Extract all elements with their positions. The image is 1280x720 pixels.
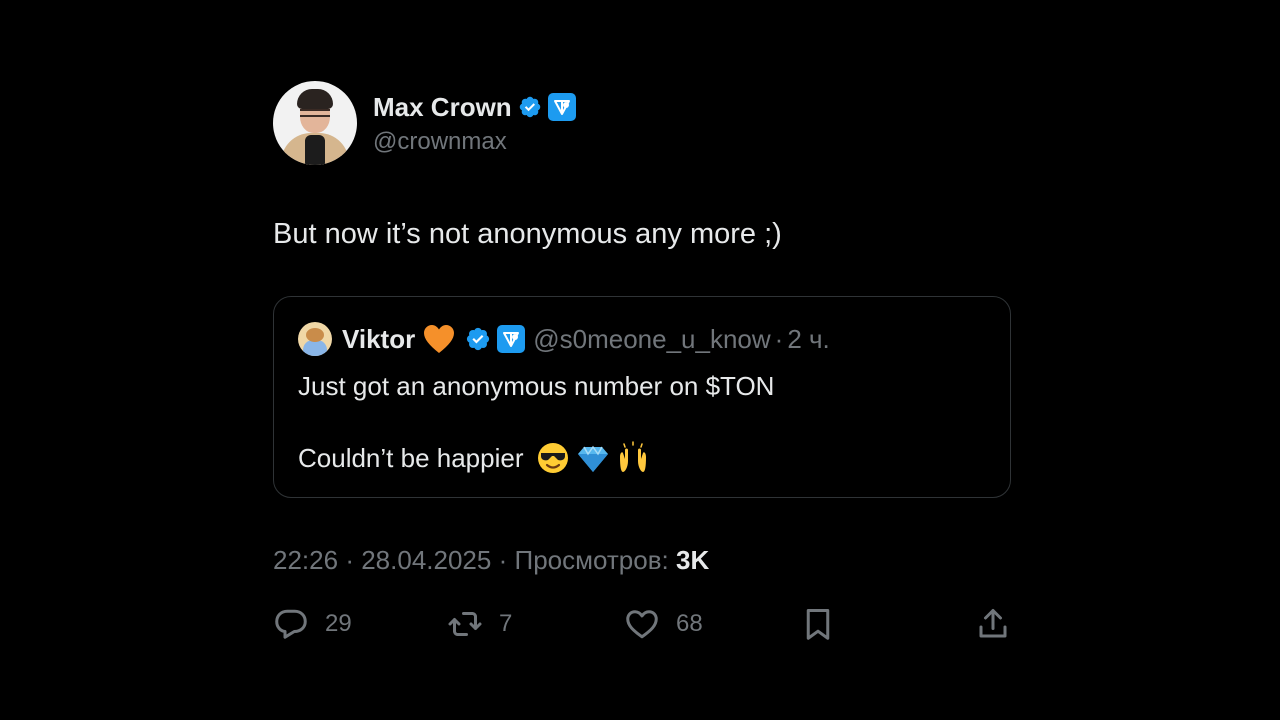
heart-icon: [626, 610, 658, 639]
like-button[interactable]: 68: [624, 602, 703, 646]
quoted-timestamp: 2 ч.: [787, 323, 830, 354]
quoted-verified-badge-icon: [467, 327, 490, 351]
orange-heart-icon: [424, 325, 455, 353]
author-names: Max Crown @crownmax: [373, 90, 576, 156]
quoted-separator: ·: [774, 323, 784, 354]
gem-emoji-icon: [577, 445, 608, 472]
tweet-time[interactable]: 22:26: [273, 545, 338, 575]
author-display-name[interactable]: Max Crown: [373, 92, 512, 123]
repost-button[interactable]: 7: [447, 602, 512, 646]
quoted-text-line-2-row: Couldn’t be happier: [298, 441, 986, 475]
tweet-actions: 29 7 68: [273, 602, 1013, 646]
reply-button[interactable]: 29: [273, 602, 352, 646]
views-label: Просмотров:: [514, 545, 669, 575]
tweet-text: But now it’s not anonymous any more ;): [273, 218, 782, 250]
author-avatar[interactable]: [273, 81, 357, 165]
tweet-header: Max Crown @crownmax: [273, 80, 1013, 166]
ton-badge-icon: [547, 93, 576, 121]
tweet-date[interactable]: 28.04.2025: [361, 545, 491, 575]
views-count: 3K: [675, 545, 710, 575]
tweet-meta: 22:26 · 28.04.2025 · Просмотров: 3K: [273, 540, 1013, 580]
repost-icon: [448, 612, 482, 636]
share-button[interactable]: [975, 602, 1011, 646]
verified-badge-icon: [519, 96, 540, 118]
quoted-author-display-name: Viktor: [342, 323, 416, 354]
reply-count: 29: [325, 610, 352, 637]
quoted-author-handle: @s0meone_u_know: [533, 323, 771, 354]
raising-hands-emoji-icon: [619, 441, 646, 472]
quoted-ton-badge-icon: [497, 325, 526, 353]
tweet: Max Crown @crownmax But now it’s not ano…: [273, 80, 1013, 646]
bookmark-icon: [806, 609, 830, 640]
quoted-author-avatar: [298, 322, 332, 356]
quoted-tweet[interactable]: Viktor @s0meone_u_know · 2 ч. Just got a…: [273, 296, 1011, 498]
repost-count: 7: [499, 610, 513, 637]
sunglasses-emoji-icon: [537, 443, 568, 473]
bookmark-button[interactable]: [800, 602, 836, 646]
meta-separator: ·: [345, 545, 354, 575]
author-handle[interactable]: @crownmax: [373, 128, 576, 156]
quoted-text-line-1: Just got an anonymous number on $TON: [298, 371, 775, 401]
quoted-tweet-header: Viktor @s0meone_u_know · 2 ч.: [298, 321, 986, 357]
reply-icon: [275, 609, 307, 639]
meta-separator: ·: [498, 545, 508, 575]
quoted-text-line-2: Couldn’t be happier: [298, 443, 524, 473]
like-count: 68: [676, 610, 703, 637]
share-icon: [979, 609, 1007, 638]
